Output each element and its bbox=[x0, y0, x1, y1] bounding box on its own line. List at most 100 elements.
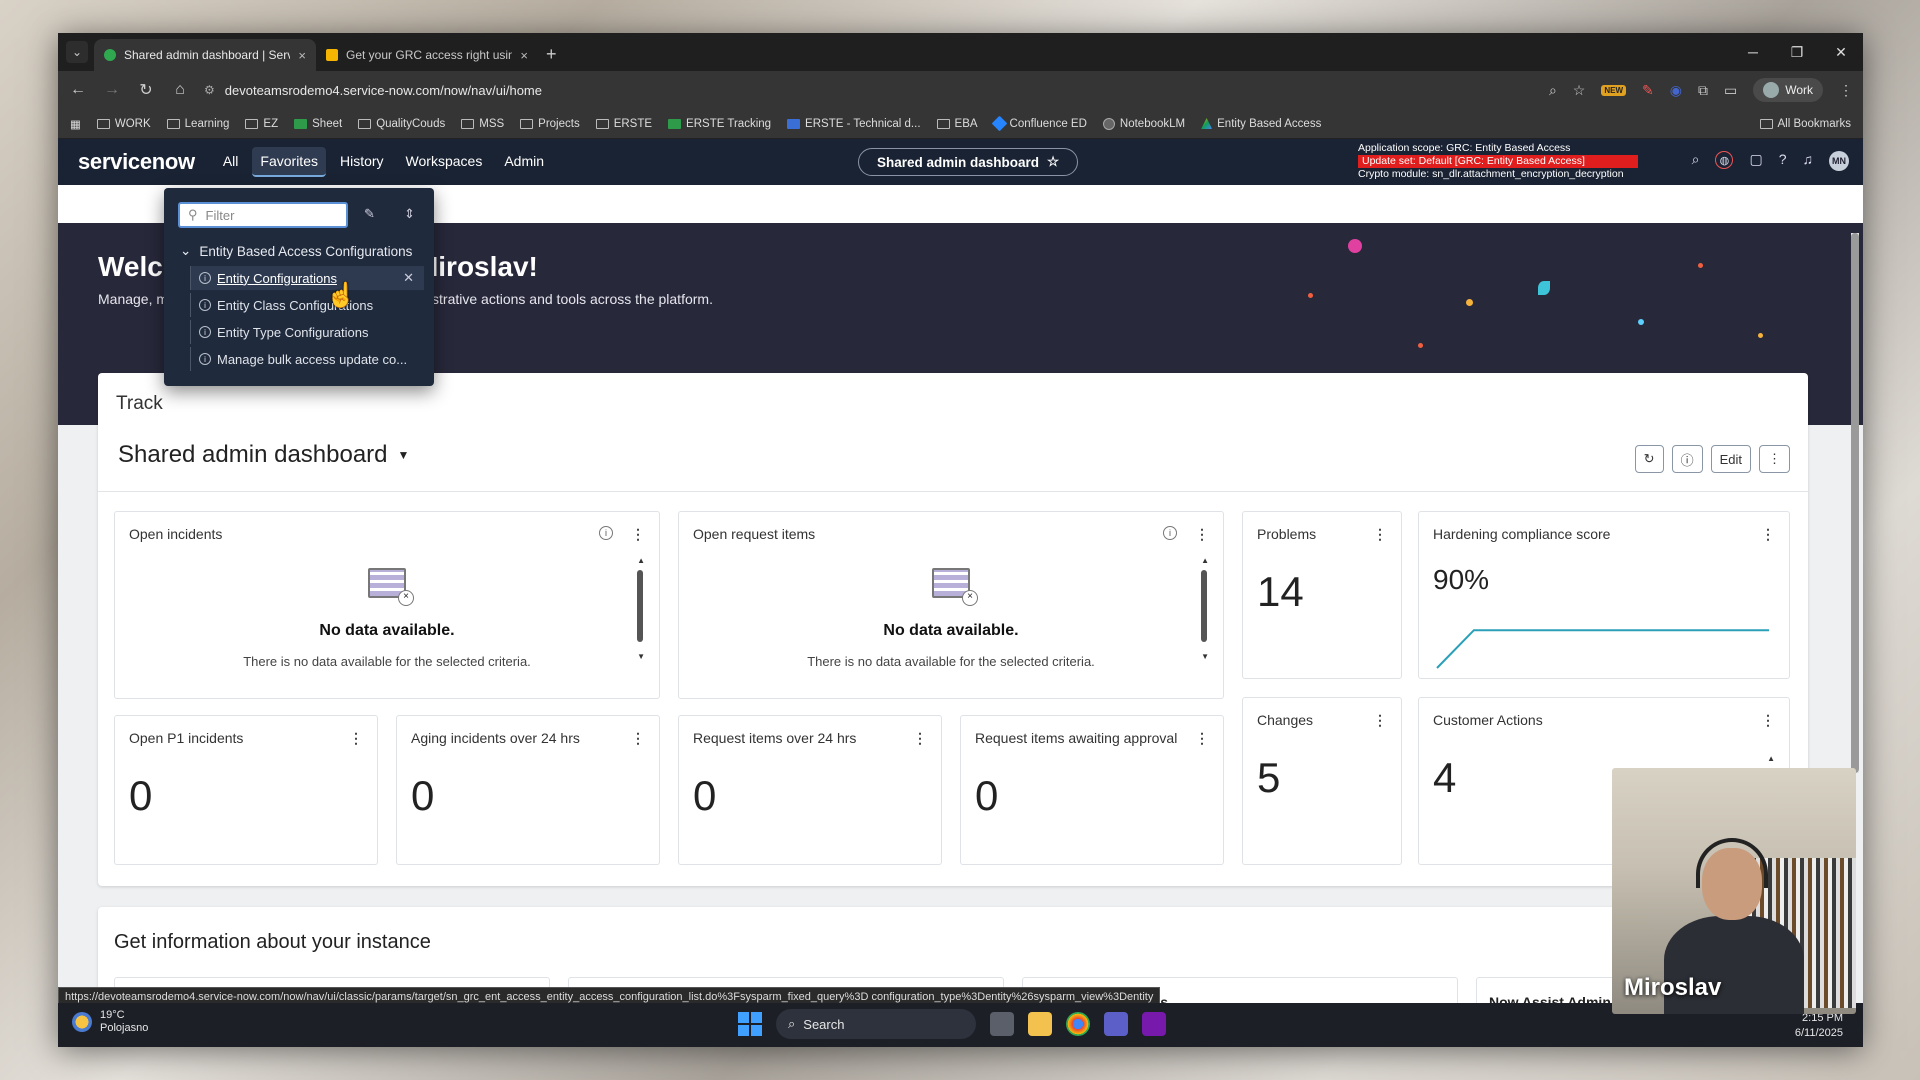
clock[interactable]: 2:15 PM 6/11/2025 bbox=[1795, 1011, 1843, 1041]
teams-icon[interactable] bbox=[1104, 1012, 1128, 1036]
favorites-group[interactable]: ⌄ Entity Based Access Configurations bbox=[180, 243, 412, 259]
edit-button[interactable]: Edit bbox=[1710, 445, 1751, 473]
chrome-icon[interactable] bbox=[1066, 1012, 1090, 1036]
back-icon[interactable]: ← bbox=[68, 81, 88, 99]
scroll-down-icon[interactable]: ▼ bbox=[637, 652, 645, 661]
info-icon[interactable]: i bbox=[1163, 526, 1177, 540]
close-window-icon[interactable]: ✕ bbox=[1819, 33, 1863, 71]
refresh-icon[interactable]: ↻ bbox=[1634, 445, 1664, 473]
onenote-icon[interactable] bbox=[1142, 1012, 1166, 1036]
close-tab-icon[interactable]: × bbox=[520, 48, 528, 63]
card-menu-icon[interactable]: ⋮ bbox=[631, 526, 645, 543]
favorite-entity-class-configurations[interactable]: i Entity Class Configurations bbox=[190, 293, 424, 317]
close-tab-icon[interactable]: × bbox=[298, 48, 306, 63]
scroll-up-icon[interactable]: ▲ bbox=[1767, 754, 1775, 763]
pen-extension-icon[interactable]: ✎ bbox=[1642, 82, 1654, 99]
nav-workspaces[interactable]: Workspaces bbox=[398, 147, 491, 177]
bookmark-sheet[interactable]: Sheet bbox=[294, 118, 342, 130]
nav-history[interactable]: History bbox=[332, 147, 392, 177]
chat-icon[interactable]: ▢ bbox=[1749, 151, 1762, 171]
extensions-puzzle-icon[interactable]: ⧉ bbox=[1698, 82, 1708, 99]
card-menu-icon[interactable]: ⋮ bbox=[1195, 526, 1209, 543]
globe-icon[interactable]: ◍ bbox=[1715, 151, 1734, 169]
nav-favorites[interactable]: Favorites bbox=[252, 147, 326, 177]
bookmark-erste-technical[interactable]: ERSTE - Technical d... bbox=[787, 118, 921, 130]
browser-menu-icon[interactable]: ⋮ bbox=[1839, 82, 1853, 99]
dashboard-context-pill[interactable]: Shared admin dashboard ☆ bbox=[858, 148, 1079, 176]
card-menu-icon[interactable]: ⋮ bbox=[1195, 730, 1209, 747]
card-menu-icon[interactable]: ⋮ bbox=[349, 730, 363, 747]
task-view-icon[interactable] bbox=[990, 1012, 1014, 1036]
weather-widget[interactable]: 19°C Polojasno bbox=[72, 1009, 148, 1035]
new-tab-button[interactable]: + bbox=[546, 44, 557, 65]
filter-input[interactable]: ⚲ Filter bbox=[178, 202, 348, 228]
card-menu-icon[interactable]: ⋮ bbox=[1761, 712, 1775, 729]
card-menu-icon[interactable]: ⋮ bbox=[631, 730, 645, 747]
bookmark-projects[interactable]: Projects bbox=[520, 118, 580, 130]
page-scrollbar[interactable] bbox=[1851, 233, 1859, 773]
bookmark-learning[interactable]: Learning bbox=[166, 118, 229, 130]
favorite-star-icon[interactable]: ☆ bbox=[1047, 154, 1059, 170]
card-request-items-awaiting-approval[interactable]: Request items awaiting approval ⋮ 0 bbox=[960, 715, 1224, 865]
info-icon[interactable]: i bbox=[599, 526, 613, 540]
card-scrollbar[interactable] bbox=[637, 570, 643, 642]
page-scrollbar-thumb[interactable] bbox=[1851, 233, 1859, 773]
extension-new-badge[interactable]: NEW bbox=[1601, 84, 1627, 96]
home-icon[interactable]: ⌂ bbox=[170, 81, 190, 99]
reload-icon[interactable]: ↻ bbox=[136, 80, 156, 100]
bookmark-erste[interactable]: ERSTE bbox=[595, 118, 652, 130]
bookmark-confluence[interactable]: Confluence ED bbox=[991, 115, 1087, 132]
nav-admin[interactable]: Admin bbox=[496, 147, 552, 177]
tab-grc-access[interactable]: Get your GRC access right usin × bbox=[316, 39, 538, 71]
bookmark-ez[interactable]: EZ bbox=[245, 118, 278, 130]
scope-info[interactable]: Application scope: GRC: Entity Based Acc… bbox=[1358, 142, 1638, 181]
user-avatar[interactable]: MN bbox=[1829, 151, 1849, 171]
scroll-up-icon[interactable]: ▲ bbox=[637, 556, 645, 565]
bookmark-erste-tracking[interactable]: ERSTE Tracking bbox=[668, 118, 771, 130]
tab-shared-admin-dashboard[interactable]: Shared admin dashboard | Serv × bbox=[94, 39, 316, 71]
card-menu-icon[interactable]: ⋮ bbox=[1373, 712, 1387, 729]
more-options-icon[interactable]: ⋮ bbox=[1759, 445, 1790, 473]
chevron-down-icon[interactable]: ▼ bbox=[398, 448, 410, 462]
zoom-icon[interactable]: ⌕ bbox=[1549, 82, 1557, 99]
info-icon[interactable]: ⓘ bbox=[1671, 445, 1703, 473]
taskbar-search[interactable]: ⌕ Search bbox=[776, 1009, 976, 1039]
profile-button[interactable]: Work bbox=[1753, 78, 1823, 102]
card-problems[interactable]: Problems ⋮ 14 bbox=[1242, 511, 1402, 679]
card-menu-icon[interactable]: ⋮ bbox=[1373, 526, 1387, 543]
favorite-entity-configurations[interactable]: i Entity Configurations ✕ bbox=[190, 266, 424, 290]
card-aging-incidents[interactable]: Aging incidents over 24 hrs ⋮ 0 bbox=[396, 715, 660, 865]
chevron-down-icon[interactable]: ⌄ bbox=[180, 243, 191, 259]
extension-icon[interactable]: ◉ bbox=[1670, 82, 1682, 99]
nav-all[interactable]: All bbox=[215, 147, 247, 177]
cast-icon[interactable]: ▭ bbox=[1724, 82, 1737, 99]
bookmark-qualitycouds[interactable]: QualityCouds bbox=[358, 118, 445, 130]
bookmark-mss[interactable]: MSS bbox=[461, 118, 504, 130]
card-hardening-compliance[interactable]: Hardening compliance score ⋮ 90% bbox=[1418, 511, 1790, 679]
pin-icon[interactable]: ⇕ bbox=[404, 206, 415, 222]
file-explorer-icon[interactable] bbox=[1028, 1012, 1052, 1036]
minimize-icon[interactable]: ─ bbox=[1731, 33, 1775, 71]
servicenow-logo[interactable]: servicenow bbox=[78, 149, 195, 175]
remove-favorite-icon[interactable]: ✕ bbox=[403, 270, 414, 286]
all-bookmarks[interactable]: All Bookmarks bbox=[1759, 118, 1851, 130]
card-request-items-24h[interactable]: Request items over 24 hrs ⋮ 0 bbox=[678, 715, 942, 865]
card-scrollbar[interactable] bbox=[1201, 570, 1207, 642]
bookmark-entity-based-access[interactable]: Entity Based Access bbox=[1201, 118, 1321, 130]
bookmark-work[interactable]: WORK bbox=[96, 118, 151, 130]
scroll-up-icon[interactable]: ▲ bbox=[1201, 556, 1209, 565]
help-icon[interactable]: ? bbox=[1779, 151, 1787, 171]
favorite-entity-type-configurations[interactable]: i Entity Type Configurations bbox=[190, 320, 424, 344]
restore-icon[interactable]: ❐ bbox=[1775, 33, 1819, 71]
notifications-bell-icon[interactable]: ♫ bbox=[1803, 151, 1814, 171]
scroll-down-icon[interactable]: ▼ bbox=[1201, 652, 1209, 661]
favorite-manage-bulk-access[interactable]: i Manage bulk access update co... bbox=[190, 347, 424, 371]
bookmark-star-icon[interactable]: ☆ bbox=[1573, 82, 1586, 99]
search-icon[interactable]: ⌕ bbox=[1692, 151, 1700, 171]
bookmark-notebooklm[interactable]: NotebookLM bbox=[1102, 117, 1185, 130]
tab-search-icon[interactable]: ⌄ bbox=[66, 41, 88, 63]
url-field[interactable]: ⚙ devoteamsrodemo4.service-now.com/now/n… bbox=[204, 83, 1535, 98]
card-open-p1-incidents[interactable]: Open P1 incidents ⋮ 0 bbox=[114, 715, 378, 865]
windows-start-icon[interactable] bbox=[738, 1012, 762, 1036]
forward-icon[interactable]: → bbox=[102, 81, 122, 99]
